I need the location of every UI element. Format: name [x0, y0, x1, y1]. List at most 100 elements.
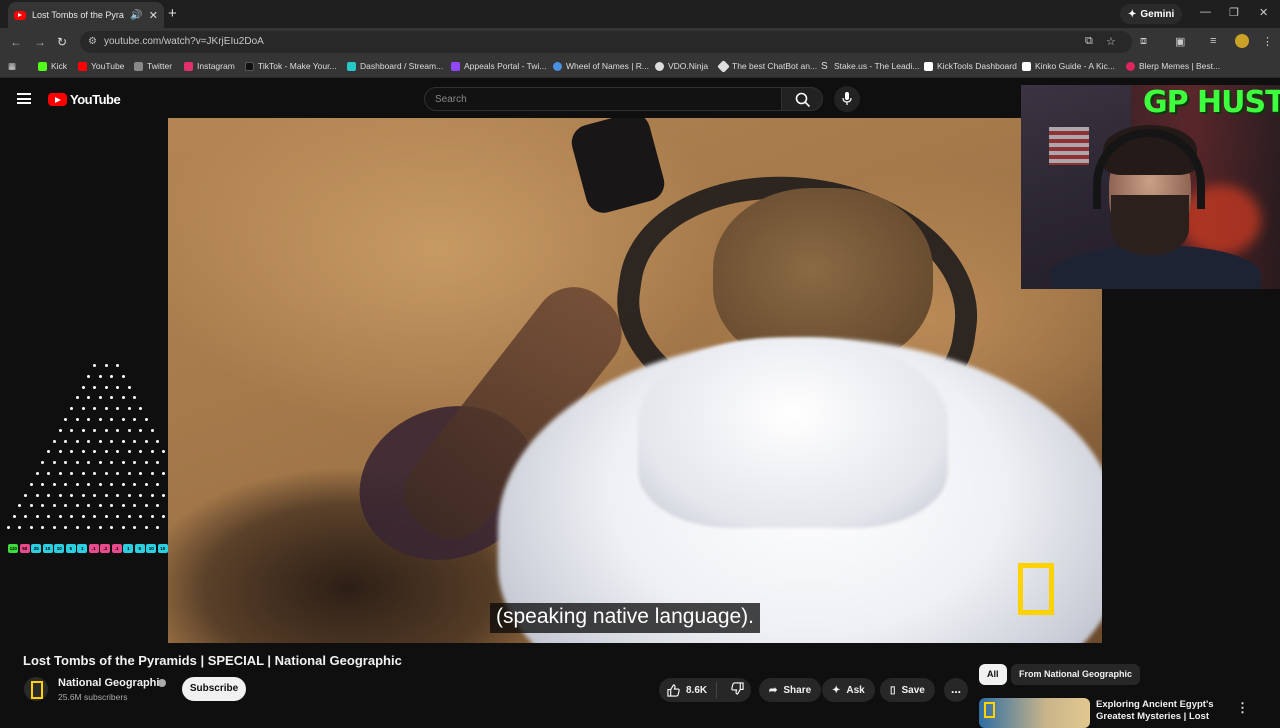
tab-audio-icon[interactable]: 🔊 — [130, 10, 142, 21]
youtube-logo-text: YouTube — [70, 92, 121, 107]
tiktok-icon — [245, 61, 254, 71]
plinko-slot: 1 — [123, 544, 134, 553]
plinko-peg — [75, 418, 79, 421]
chip-all[interactable]: All — [979, 664, 1007, 685]
plinko-peg — [6, 526, 10, 529]
extensions-icon[interactable]: ⧈ — [1140, 35, 1147, 48]
plinko-peg — [81, 515, 85, 519]
plinko-slot: 110 — [8, 544, 19, 553]
plinko-peg — [133, 396, 137, 400]
window-close-icon[interactable]: ✕ — [1259, 6, 1268, 19]
new-tab-button[interactable]: + — [168, 5, 177, 22]
plinko-peg — [127, 428, 131, 432]
plinko-peg — [127, 385, 131, 389]
share-icon: ➦ — [769, 684, 778, 696]
plinko-peg — [139, 472, 142, 475]
plinko-slot: 50 — [19, 544, 30, 553]
plinko-peg — [75, 439, 79, 443]
bookmark-tiktok[interactable]: TikTok - Make Your... — [245, 61, 337, 71]
bookmark-twitter[interactable]: Twitter — [134, 61, 172, 71]
plinko-peg — [144, 461, 148, 465]
ask-button[interactable]: ✦ Ask — [822, 678, 875, 702]
back-icon[interactable]: ← — [10, 35, 22, 49]
bookmark-kicktools[interactable]: KickTools Dashboard — [924, 61, 1017, 71]
profile-avatar[interactable] — [1235, 34, 1249, 48]
tab-title: Lost Tombs of the Pyramids — [32, 10, 124, 20]
search-input[interactable]: Search — [424, 87, 782, 111]
site-info-icon[interactable]: ⚙ — [88, 36, 97, 47]
plinko-peg — [75, 396, 79, 400]
bookmark-label: KickTools Dashboard — [937, 61, 1017, 71]
plinko-peg — [144, 418, 148, 421]
plinko-peg — [150, 428, 154, 432]
plinko-peg — [75, 461, 79, 465]
browser-tab[interactable]: Lost Tombs of the Pyramids 🔊 ✕ — [8, 2, 164, 28]
restore-icon[interactable]: ❐ — [1229, 6, 1239, 19]
browser-menu-icon[interactable]: ⋮ — [1262, 35, 1273, 48]
plinko-slot: 10 — [146, 544, 157, 553]
bookmark-kinko[interactable]: Kinko Guide - A Kic... — [1022, 61, 1115, 71]
plinko-slot: 5 — [134, 544, 145, 553]
search-icon — [795, 92, 811, 108]
plinko-peg — [98, 374, 102, 378]
apps-grid-icon[interactable]: ▦ — [8, 61, 16, 72]
search-button[interactable] — [781, 87, 823, 111]
subscribe-button[interactable]: Subscribe — [182, 677, 246, 701]
bookmark-icon: ▯ — [890, 684, 896, 696]
reload-icon[interactable]: ↻ — [57, 35, 67, 49]
thumbs-up-icon — [667, 683, 680, 697]
bookmark-dashboard[interactable]: Dashboard / Stream... — [347, 61, 443, 71]
plinko-peg — [144, 526, 148, 529]
kinko-icon — [1022, 61, 1031, 71]
voice-search-button[interactable] — [834, 86, 860, 112]
bookmark-appeals[interactable]: Appeals Portal - Twi... — [451, 61, 547, 71]
vdoninja-icon — [655, 61, 664, 71]
plinko-peg — [70, 450, 73, 454]
recommended-video-thumbnail[interactable] — [979, 698, 1090, 728]
plinko-peg — [87, 504, 91, 508]
bookmark-star-icon[interactable]: ☆ — [1106, 35, 1116, 48]
dislike-button[interactable] — [723, 682, 744, 698]
channel-avatar[interactable] — [24, 677, 48, 701]
more-actions-button[interactable]: ... — [944, 678, 968, 702]
plinko-peg — [116, 407, 119, 411]
channel-name[interactable]: National Geographic — [58, 677, 166, 689]
bookmark-vdoninja[interactable]: VDO.Ninja — [655, 61, 708, 71]
recommended-more-icon[interactable]: ⋮ — [1236, 700, 1249, 716]
bookmark-wheel[interactable]: Wheel of Names | R... — [553, 61, 649, 71]
plinko-peg — [93, 515, 96, 519]
plinko-peg — [110, 439, 114, 443]
recommended-video-title[interactable]: Exploring Ancient Egypt's Greatest Myste… — [1096, 699, 1226, 723]
chip-from-national-geographic[interactable]: From National Geographic — [1011, 664, 1141, 685]
plinko-peg — [110, 526, 114, 529]
kicktools-icon — [924, 61, 933, 71]
like-button[interactable]: 8.6K — [659, 682, 717, 698]
plinko-peg — [41, 482, 45, 486]
bookmark-chatbot[interactable]: The best ChatBot an... — [717, 59, 817, 73]
plinko-peg — [81, 493, 85, 497]
youtube-logo[interactable]: YouTube — [48, 92, 121, 107]
plinko-peg — [144, 482, 148, 486]
bookmark-blerp[interactable]: Blerp Memes | Best... — [1126, 61, 1220, 71]
bookmark-kick[interactable]: Kick — [38, 61, 67, 71]
minimize-icon[interactable]: — — [1200, 6, 1211, 18]
bookmark-youtube[interactable]: YouTube — [78, 61, 124, 71]
cast-icon[interactable]: ▣ — [1175, 35, 1185, 48]
address-bar[interactable]: ⚙ youtube.com/watch?v=JKrjEIu2DoA — [80, 31, 1132, 53]
plinko-peg — [116, 493, 119, 497]
plinko-peg — [64, 461, 68, 465]
plinko-peg — [110, 418, 114, 421]
forward-icon[interactable]: → — [34, 35, 46, 49]
media-control-icon[interactable]: ≡ — [1210, 35, 1216, 47]
gemini-button[interactable]: ✦ Gemini — [1120, 4, 1183, 24]
bookmark-stake[interactable]: S Stake.us - The Leadi... — [821, 61, 919, 71]
save-button[interactable]: ▯ Save — [880, 678, 935, 702]
search-placeholder: Search — [435, 94, 467, 105]
install-app-icon[interactable]: ⧉ — [1085, 35, 1093, 48]
bookmark-instagram[interactable]: Instagram — [184, 61, 235, 71]
menu-icon[interactable] — [17, 93, 31, 104]
share-button[interactable]: ➦ Share — [759, 678, 822, 702]
video-player[interactable]: (speaking native language). — [168, 118, 1102, 643]
tab-close-icon[interactable]: ✕ — [149, 9, 158, 22]
plinko-peg — [81, 450, 85, 454]
